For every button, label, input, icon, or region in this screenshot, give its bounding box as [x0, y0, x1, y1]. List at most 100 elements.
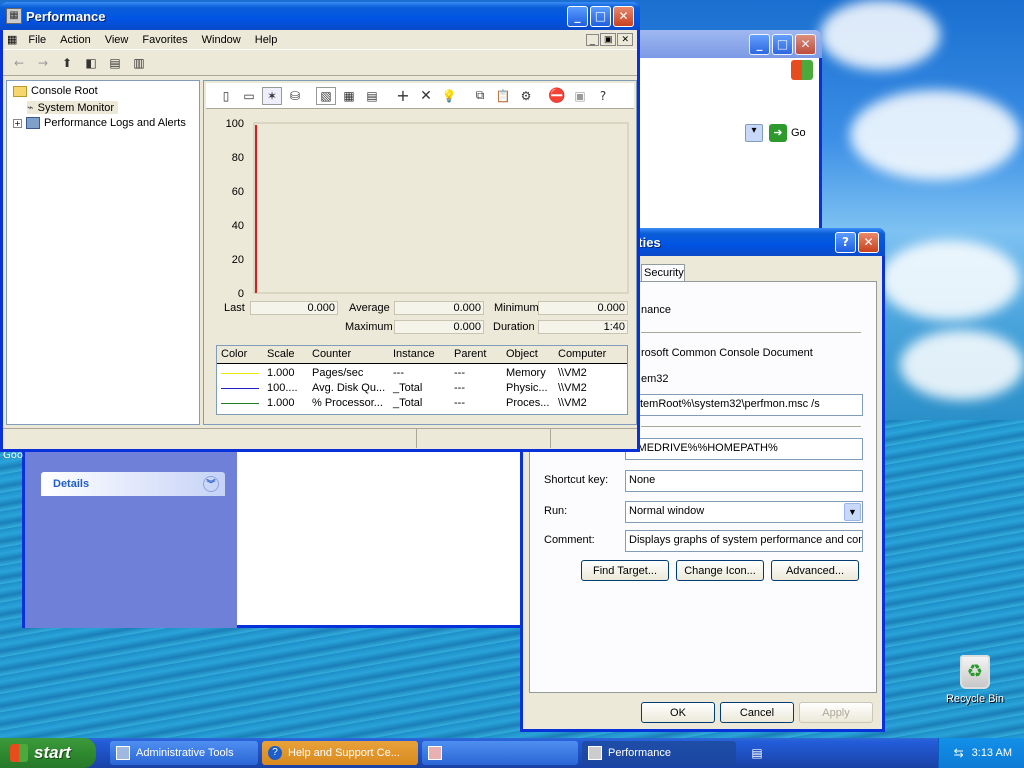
tree-item-system-monitor[interactable]: ⌁ System Monitor [27, 101, 119, 114]
menu-file[interactable]: File [21, 34, 53, 46]
minimize-icon[interactable]: _ [749, 33, 770, 55]
details-panel-header[interactable]: Details ︾ [41, 472, 225, 496]
y-tick-label: 80 [232, 152, 244, 164]
up-folder-icon[interactable]: ⬆ [57, 54, 77, 72]
col-header-instance[interactable]: Instance [393, 348, 435, 360]
close-icon[interactable]: ✕ [795, 33, 816, 55]
network-icon[interactable]: ⇆ [954, 746, 964, 760]
doc-close-icon[interactable]: ✕ [617, 33, 633, 46]
view-current-activity-icon[interactable]: ✶ [262, 86, 282, 105]
col-header-counter[interactable]: Counter [312, 348, 351, 360]
highlight-icon[interactable]: 💡 [439, 87, 459, 105]
help-icon[interactable]: ? [835, 231, 856, 253]
col-header-computer[interactable]: Computer [558, 348, 606, 360]
maximize-icon[interactable]: □ [772, 33, 793, 55]
status-cell [3, 429, 417, 448]
counter-cell-parent: --- [454, 382, 465, 394]
shortcut-key-label: Shortcut key: [544, 474, 609, 486]
add-icon[interactable]: + [393, 86, 413, 105]
back-icon[interactable]: ← [9, 54, 29, 72]
type-value: rosoft Common Console Document [641, 347, 813, 359]
col-header-object[interactable]: Object [506, 348, 538, 360]
forward-icon[interactable]: → [33, 54, 53, 72]
counter-cell-computer: \\VM2 [558, 397, 587, 409]
recycle-bin[interactable]: ♻ Recycle Bin [940, 655, 1010, 705]
cancel-button[interactable]: Cancel [720, 702, 794, 723]
new-counter-set-icon[interactable]: ▯ [216, 87, 236, 105]
show-tree-icon[interactable]: ◧ [81, 54, 101, 72]
view-histogram-icon[interactable]: ▦ [339, 87, 359, 105]
doc-restore-icon[interactable]: ▣ [599, 33, 617, 46]
menu-favorites[interactable]: Favorites [135, 34, 194, 46]
mmc-doc-icon[interactable]: ▦ [7, 33, 21, 46]
col-header-scale[interactable]: Scale [267, 348, 295, 360]
chevron-down-icon[interactable]: ︾ [203, 476, 219, 492]
col-header-color[interactable]: Color [221, 348, 247, 360]
menu-help[interactable]: Help [248, 34, 285, 46]
clock[interactable]: 3:13 AM [972, 747, 1012, 759]
menu-view[interactable]: View [98, 34, 136, 46]
status-cell [417, 429, 551, 448]
menu-window[interactable]: Window [195, 34, 248, 46]
details-label: Details [53, 478, 90, 490]
task-performance[interactable]: Performance [582, 741, 736, 765]
task-administrative-tools[interactable]: Administrative Tools [110, 741, 258, 765]
view-graph-icon[interactable]: ▧ [316, 86, 336, 105]
keyboard-icon[interactable]: ▤ [742, 746, 772, 760]
properties-icon[interactable]: ⚙ [516, 87, 536, 105]
chevron-down-icon[interactable]: ▼ [844, 503, 861, 521]
last-label: Last [224, 302, 245, 314]
maximum-label: Maximum [345, 321, 393, 333]
counter-cell-instance: _Total [393, 382, 423, 394]
help-icon[interactable]: ? [593, 87, 613, 105]
advanced-button[interactable]: Advanced... [771, 560, 859, 581]
find-target-button[interactable]: Find Target... [581, 560, 669, 581]
maximize-icon[interactable]: □ [590, 5, 611, 27]
update-data-icon[interactable]: ▣ [570, 87, 590, 105]
target-field[interactable]: ystemRoot%\system32\perfmon.msc /s [625, 394, 863, 416]
folder-icon [13, 85, 27, 97]
tree-label: Performance Logs and Alerts [44, 117, 186, 129]
tree-item-console-root[interactable]: Console Root [13, 85, 98, 97]
tree-item-perf-logs[interactable]: + Performance Logs and Alerts [13, 117, 186, 129]
paste-counter-list-icon[interactable]: 📋 [493, 87, 513, 105]
export-list-icon[interactable]: ▥ [129, 54, 149, 72]
tab-security[interactable]: Security [641, 264, 685, 282]
shortcut-key-field[interactable]: None [625, 470, 863, 492]
delete-icon[interactable]: ✕ [416, 87, 436, 105]
properties-icon[interactable]: ▤ [105, 54, 125, 72]
start-button[interactable]: start [0, 738, 96, 768]
comment-field[interactable]: Displays graphs of system performance an… [625, 530, 863, 552]
close-icon[interactable]: ✕ [613, 5, 634, 27]
view-report-icon[interactable]: ▤ [362, 87, 382, 105]
change-icon-button[interactable]: Change Icon... [676, 560, 764, 581]
status-bar [3, 428, 637, 448]
freeze-display-icon[interactable]: ⛔ [547, 87, 567, 105]
plot-area [253, 122, 629, 294]
run-select[interactable]: Normal window ▼ [625, 501, 863, 523]
minimize-icon[interactable]: _ [567, 5, 588, 27]
col-header-parent[interactable]: Parent [454, 348, 486, 360]
copy-properties-icon[interactable]: ⧉ [470, 87, 490, 105]
doc-minimize-icon[interactable]: _ [585, 33, 599, 46]
run-value: Normal window [629, 505, 705, 517]
counter-cell-object: Physic... [506, 382, 548, 394]
view-log-data-icon[interactable]: ⛁ [285, 87, 305, 105]
counter-cell-object: Proces... [506, 397, 550, 409]
task-properties[interactable] [422, 741, 578, 765]
ok-button[interactable]: OK [641, 702, 715, 723]
monitor-icon: ⌁ [27, 101, 34, 114]
counter-row[interactable]: 1.000 % Processor... _Total --- Proces... \\V… [217, 396, 627, 411]
counter-row[interactable]: 100.... Avg. Disk Qu... _Total --- Physic...… [217, 381, 627, 396]
close-icon[interactable]: ✕ [858, 231, 879, 253]
start-in-field[interactable]: OMEDRIVE%%HOMEPATH% [625, 438, 863, 460]
clear-display-icon[interactable]: ▭ [239, 87, 259, 105]
address-dropdown[interactable]: ▾ [745, 124, 763, 142]
menu-action[interactable]: Action [53, 34, 98, 46]
apply-button[interactable]: Apply [799, 702, 873, 723]
counter-row[interactable]: 1.000 Pages/sec --- --- Memory \\VM2 [217, 366, 627, 381]
go-button[interactable]: ➜ Go [769, 124, 806, 142]
task-help-and-support[interactable]: ? Help and Support Ce... [262, 741, 418, 765]
expand-icon[interactable]: + [13, 118, 22, 128]
counter-cell-instance: --- [393, 367, 404, 379]
